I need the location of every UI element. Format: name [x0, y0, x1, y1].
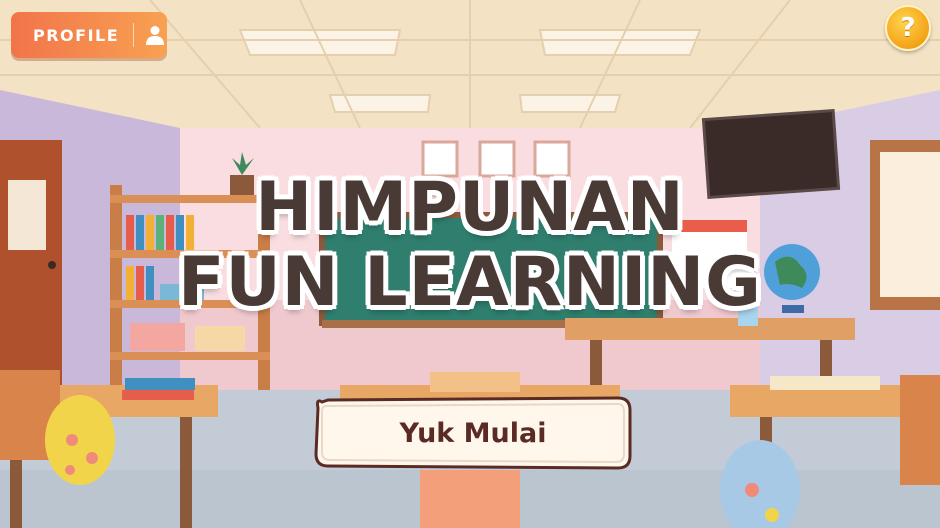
start-button[interactable]: Yuk Mulai — [312, 394, 634, 472]
profile-button-label: PROFILE — [33, 25, 120, 45]
profile-button-divider — [133, 23, 135, 47]
help-button[interactable]: ? — [885, 5, 931, 51]
question-icon: ? — [900, 13, 916, 43]
game-title-line-2: FUN LEARNING — [178, 243, 762, 322]
user-icon — [144, 24, 166, 46]
start-button-label: Yuk Mulai — [399, 417, 547, 449]
profile-button[interactable]: PROFILE — [11, 12, 167, 58]
game-title-line-1: HIMPUNAN — [255, 168, 685, 247]
